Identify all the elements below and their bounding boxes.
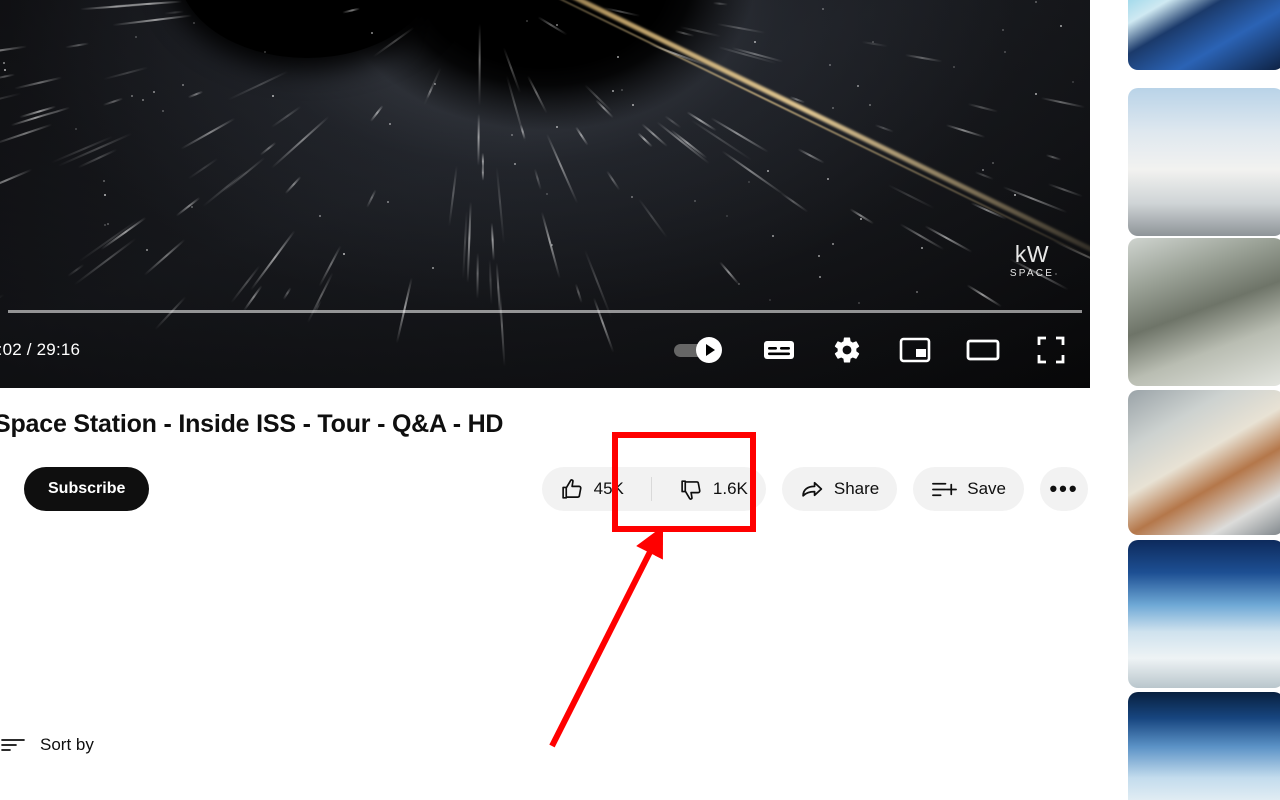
annotation-arrow xyxy=(549,526,664,748)
sort-by-control[interactable]: Sort by xyxy=(0,735,94,755)
video-actions-row: Subscribe 45K 1.6K Share Save ••• xyxy=(0,461,1090,517)
page-title: Space Station - Inside ISS - Tour - Q&A … xyxy=(0,410,504,438)
player-controls-bar: 0:02 / 29:16 xyxy=(0,325,1090,375)
thumbnail-spacesuit-walkout[interactable] xyxy=(1128,88,1280,236)
miniplayer-icon xyxy=(899,337,931,363)
theater-button[interactable] xyxy=(966,333,1000,367)
settings-button[interactable] xyxy=(830,333,864,367)
dislike-count: 1.6K xyxy=(712,479,748,498)
share-arrow-icon xyxy=(802,481,823,497)
time-display: 0:02 / 29:16 xyxy=(0,340,81,359)
arrow-line xyxy=(549,526,664,748)
like-dislike-group: 45K 1.6K xyxy=(541,467,766,511)
related-videos-sidebar xyxy=(1128,0,1280,800)
share-button[interactable]: Share xyxy=(781,467,898,511)
subtitles-button[interactable] xyxy=(762,333,796,367)
like-button[interactable]: 45K xyxy=(542,467,642,511)
like-count: 45K xyxy=(593,479,624,498)
subscribe-button[interactable]: Subscribe xyxy=(24,467,150,511)
progress-bar[interactable] xyxy=(0,310,1090,314)
thumbnail-iss-interior-man[interactable] xyxy=(1128,238,1280,386)
thumbs-down-icon xyxy=(681,479,701,500)
save-button[interactable]: Save xyxy=(913,467,1024,511)
share-label: Share xyxy=(833,479,880,498)
thumbnail-stratosphere-jump[interactable] xyxy=(1128,540,1280,688)
video-player[interactable]: kW SPACE 0:02 / 29:16 xyxy=(0,0,1090,388)
watermark-logo-text: kW xyxy=(1014,241,1050,267)
progress-track[interactable] xyxy=(8,310,1082,313)
autoplay-toggle[interactable] xyxy=(674,337,728,363)
thumbnail-shuttle-launchpad[interactable] xyxy=(1128,390,1280,535)
thumbnail-astronaut-window[interactable] xyxy=(1128,0,1280,70)
channel-watermark[interactable]: kW SPACE xyxy=(1002,243,1062,279)
watermark-subtitle-text: SPACE xyxy=(1009,268,1055,279)
sort-icon xyxy=(1,739,25,751)
dislike-button[interactable]: 1.6K xyxy=(661,467,766,511)
autoplay-knob xyxy=(696,337,722,363)
gear-icon xyxy=(834,337,860,363)
player-controls-right xyxy=(674,325,1068,375)
thumbs-up-icon xyxy=(561,478,582,499)
theater-mode-icon xyxy=(966,339,1000,361)
more-actions-button[interactable]: ••• xyxy=(1040,467,1088,511)
thumbnail-spacewalk-earth[interactable] xyxy=(1128,692,1280,800)
black-hole-visual xyxy=(178,0,436,58)
save-label: Save xyxy=(967,479,1006,498)
action-buttons-group: 45K 1.6K Share Save ••• xyxy=(541,467,1088,511)
save-to-playlist-icon xyxy=(932,482,958,496)
gold-light-beam-secondary xyxy=(391,0,1090,278)
like-dislike-divider xyxy=(650,477,652,501)
sort-by-label: Sort by xyxy=(40,735,94,754)
fullscreen-button[interactable] xyxy=(1034,333,1068,367)
video-meta-section: Space Station - Inside ISS - Tour - Q&A … xyxy=(0,388,1090,511)
miniplayer-button[interactable] xyxy=(898,333,932,367)
fullscreen-icon xyxy=(1037,336,1065,364)
subtitles-icon xyxy=(764,341,794,359)
youtube-watch-page: kW SPACE 0:02 / 29:16 xyxy=(0,0,1280,800)
gold-light-beam xyxy=(378,0,1090,282)
play-triangle-icon xyxy=(706,344,715,356)
